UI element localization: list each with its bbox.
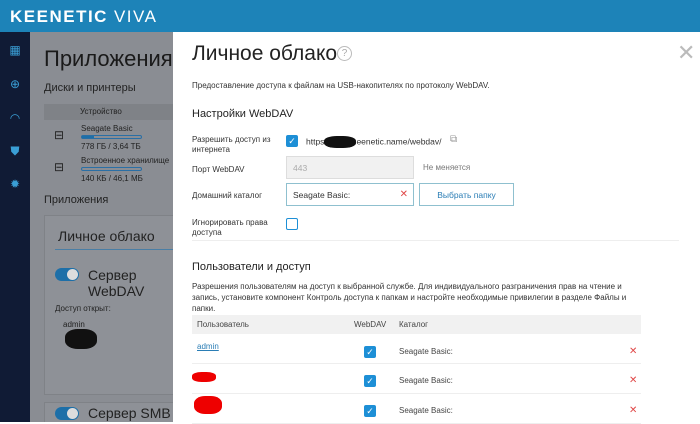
settings-heading: Настройки WebDAV (192, 108, 294, 120)
webdav-checkbox[interactable]: ✓ (364, 405, 376, 417)
home-dir-input[interactable]: Seagate Basic: ✕ (286, 183, 414, 206)
globe-icon[interactable]: ⊕ (9, 78, 21, 90)
table-row: ✓ Seagate Basic: ✕ (192, 364, 641, 394)
gear-icon[interactable]: ✹ (9, 178, 21, 190)
port-label: Порт WebDAV (192, 165, 245, 174)
shield-icon[interactable]: ⛊ (9, 145, 21, 157)
webdav-checkbox[interactable]: ✓ (364, 375, 376, 387)
disks-heading: Диски и принтеры (44, 82, 136, 94)
port-note: Не меняется (423, 163, 471, 172)
dialog-title: Личное облако (192, 42, 338, 65)
help-icon[interactable]: ? (337, 46, 352, 61)
choose-folder-button[interactable]: Выбрать папку (419, 183, 514, 206)
webdav-toggle[interactable] (55, 268, 79, 281)
users-description: Разрешения пользователям на доступ к выб… (192, 282, 627, 313)
redacted-blob (194, 396, 222, 414)
ignore-rights-checkbox[interactable] (286, 218, 298, 230)
disk-table-header: Устройство (44, 104, 173, 120)
remove-icon[interactable]: ✕ (629, 346, 637, 357)
dashboard-icon[interactable]: ▦ (9, 44, 21, 56)
user-link[interactable]: admin (197, 342, 219, 351)
background-page: Приложения Диски и принтеры Устройство ⊟… (30, 32, 173, 422)
personal-cloud-dialog: Личное облако ? ✕ Предоставление доступа… (173, 32, 700, 424)
smb-card: Сервер SMB (44, 402, 173, 422)
home-dir-label: Домашний каталог (192, 191, 262, 200)
webdav-checkbox[interactable]: ✓ (364, 346, 376, 358)
sidebar: ▦ ⊕ ◠ ⛊ ✹ (0, 32, 30, 422)
personal-cloud-card: Личное облако Сервер WebDAV Доступ откры… (44, 215, 173, 395)
divider (192, 240, 679, 241)
redacted-blob (65, 329, 97, 349)
dialog-description: Предоставление доступа к файлам на USB-н… (192, 81, 490, 90)
webdav-url: https eenetic.name/webdav/ (306, 136, 442, 148)
table-header: Пользователь WebDAV Каталог (192, 315, 641, 334)
disk-usage-bar (81, 135, 142, 139)
clear-icon[interactable]: ✕ (400, 189, 408, 200)
allow-internet-label: Разрешить доступ из интернета (192, 135, 271, 154)
apps-heading: Приложения (44, 194, 109, 206)
smb-toggle[interactable] (55, 407, 79, 420)
port-input[interactable]: 443 (286, 156, 414, 179)
table-row: ✓ Seagate Basic: ✕ (192, 394, 641, 424)
redacted-blob (192, 372, 216, 382)
brand-logo[interactable]: KEENETIC VIVA (10, 7, 157, 27)
users-heading: Пользователи и доступ (192, 261, 311, 273)
table-row: admin ✓ Seagate Basic: ✕ (192, 334, 641, 364)
users-table: Пользователь WebDAV Каталог admin ✓ Seag… (192, 315, 641, 424)
remove-icon[interactable]: ✕ (629, 375, 637, 386)
wifi-icon[interactable]: ◠ (9, 112, 21, 124)
disk-usage-bar (81, 167, 142, 171)
redacted-blob (324, 136, 357, 148)
close-icon[interactable]: ✕ (677, 40, 695, 66)
disk-row[interactable]: ⊟ Seagate Basic 778 ГБ / 3,64 ТБ (44, 124, 173, 151)
page-title: Приложения (44, 46, 173, 71)
disk-icon: ⊟ (54, 160, 65, 174)
ignore-rights-label: Игнорировать права доступа (192, 218, 268, 237)
remove-icon[interactable]: ✕ (629, 405, 637, 416)
top-header: KEENETIC VIVA (0, 0, 700, 32)
disk-icon: ⊟ (54, 128, 65, 142)
copy-icon[interactable]: ⧉ (450, 134, 457, 145)
disk-row[interactable]: ⊟ Встроенное хранилище 140 КБ / 46,1 МБ (44, 156, 173, 183)
allow-internet-checkbox[interactable]: ✓ (286, 135, 298, 147)
